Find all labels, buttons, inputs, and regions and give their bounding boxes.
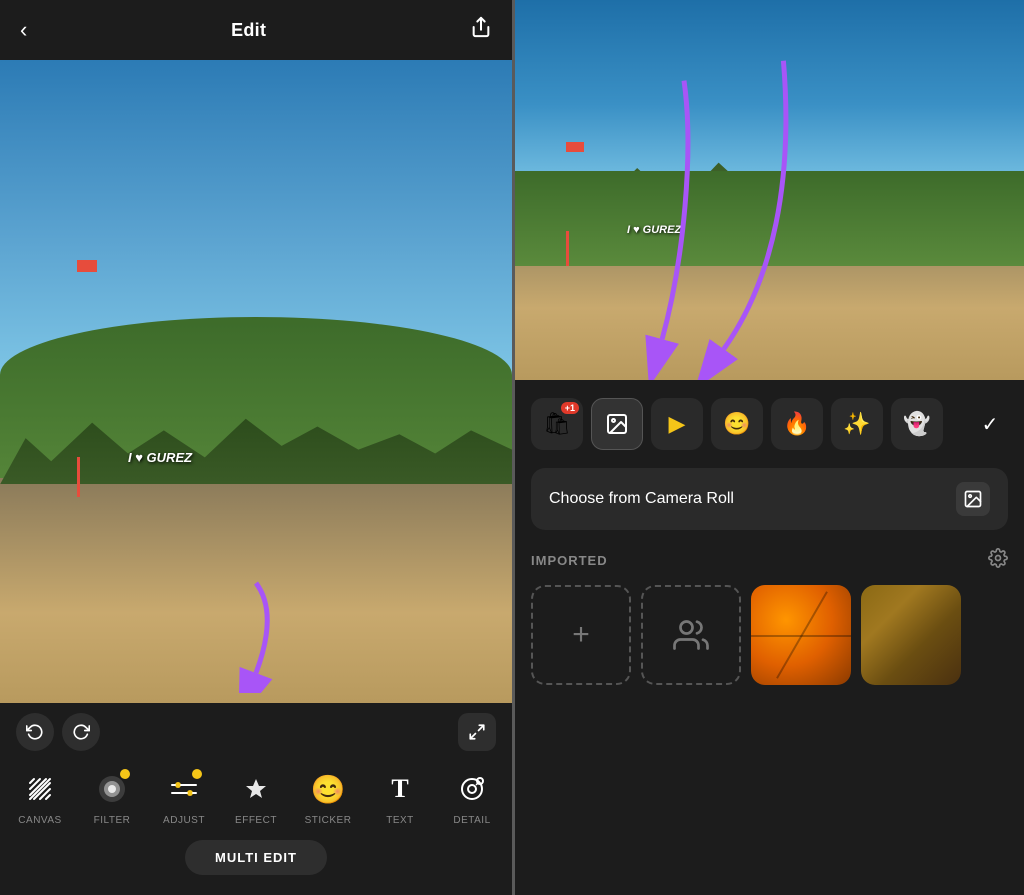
canvas-label: CANVAS [18,815,61,826]
sticker-type-ghost[interactable]: 👻 [891,398,943,450]
filter-badge [120,769,130,779]
left-image-area: I ♥ GUREZ [0,60,512,703]
gifting-icon: 🛍 [543,411,571,437]
share-button[interactable] [470,16,492,44]
sticker-basketball[interactable] [751,585,851,685]
back-button[interactable]: ‹ [20,17,27,43]
effect-icon [242,775,270,803]
text-icon-wrap: T [378,767,422,811]
camera-roll-icon [956,482,990,516]
flag-pole [77,457,80,497]
tool-filter[interactable]: FILTER [82,767,142,826]
undo-button[interactable] [16,713,54,751]
add-person-sticker-button[interactable] [641,585,741,685]
gifting-badge: +1 [561,402,579,414]
effect-icon-wrap [234,767,278,811]
camera-roll-label: Choose from Camera Roll [549,490,734,508]
flag [77,260,97,272]
sticker-type-fire[interactable]: 🔥 [771,398,823,450]
basket-image [861,585,961,685]
redo-button[interactable] [62,713,100,751]
multi-edit-section: MULTI EDIT [0,834,512,875]
sticker-type-gifting[interactable]: 🛍 +1 [531,398,583,450]
sticker-basket[interactable] [861,585,961,685]
multi-edit-button[interactable]: MULTI EDIT [185,840,327,875]
fullscreen-button[interactable] [458,713,496,751]
add-sticker-button[interactable]: + [531,585,631,685]
right-flag [566,142,584,152]
tool-sticker[interactable]: 😊 STICKER [298,767,358,826]
canvas-icon-wrap [18,767,62,811]
photo-text-overlay: I ♥ GUREZ [128,450,192,465]
sticker-panel: 🛍 +1 ▶ 😊 🔥 [515,380,1024,895]
text-label: TEXT [386,815,414,826]
sticker-label: STICKER [305,815,352,826]
imported-settings-button[interactable] [988,548,1008,573]
tool-effect[interactable]: EFFECT [226,767,286,826]
adjust-icon-wrap [162,767,206,811]
sticker-icon: 😊 [311,773,346,806]
sticker-check-button[interactable]: ✓ [972,406,1008,442]
imported-header: IMPORTED [531,548,1008,573]
adjust-icon [170,775,198,803]
camera-roll-button[interactable]: Choose from Camera Roll [531,468,1008,530]
settings-icon [988,548,1008,568]
toolbar: CANVAS FILTER [0,759,512,834]
ground-layer [0,478,512,703]
detail-icon [458,775,486,803]
left-panel: ‹ Edit I ♥ GUREZ [0,0,512,895]
image-icon [605,412,629,436]
ghost-icon: 👻 [903,411,930,437]
tool-canvas[interactable]: CANVAS [10,767,70,826]
person-sticker-icon [673,617,709,653]
left-header: ‹ Edit [0,0,512,60]
sticker-grid: + [531,585,1008,685]
right-photo-text: I ♥ GUREZ [627,224,681,236]
photo-scene: I ♥ GUREZ [0,60,512,703]
filter-label: FILTER [94,815,131,826]
detail-icon-wrap [450,767,494,811]
undo-redo-row [0,713,512,759]
canvas-icon [26,775,54,803]
left-bottom-controls: CANVAS FILTER [0,703,512,895]
right-image-area: I ♥ GUREZ [515,0,1024,380]
right-photo-scene: I ♥ GUREZ [515,0,1024,380]
effect-label: EFFECT [235,815,277,826]
sticker-type-face[interactable]: 😊 [711,398,763,450]
right-flag-pole [566,231,569,266]
imported-section: IMPORTED + [515,540,1024,693]
camera-roll-svg-icon [963,489,983,509]
sticker-type-sparkle[interactable]: ✨ [831,398,883,450]
tool-adjust[interactable]: ADJUST [154,767,214,826]
adjust-label: ADJUST [163,815,205,826]
detail-label: DETAIL [453,815,490,826]
play-icon: ▶ [669,411,686,437]
check-icon: ✓ [982,412,999,437]
right-panel: I ♥ GUREZ � [512,0,1024,895]
page-title: Edit [231,20,266,41]
right-grass [515,171,1024,266]
sparkle-icon: ✨ [843,411,870,437]
adjust-badge [192,769,202,779]
basketball-image [751,585,851,685]
face-icon: 😊 [723,411,750,437]
fire-icon: 🔥 [783,411,810,437]
sticker-types-row: 🛍 +1 ▶ 😊 🔥 [515,390,1024,458]
tool-text[interactable]: T TEXT [370,767,430,826]
sticker-type-image[interactable] [591,398,643,450]
undo-redo-group [16,713,100,751]
sticker-icon-wrap: 😊 [306,767,350,811]
tool-detail[interactable]: DETAIL [442,767,502,826]
sticker-type-play[interactable]: ▶ [651,398,703,450]
filter-icon-wrap [90,767,134,811]
imported-label: IMPORTED [531,553,608,568]
add-icon: + [572,618,590,652]
text-icon: T [391,774,408,804]
